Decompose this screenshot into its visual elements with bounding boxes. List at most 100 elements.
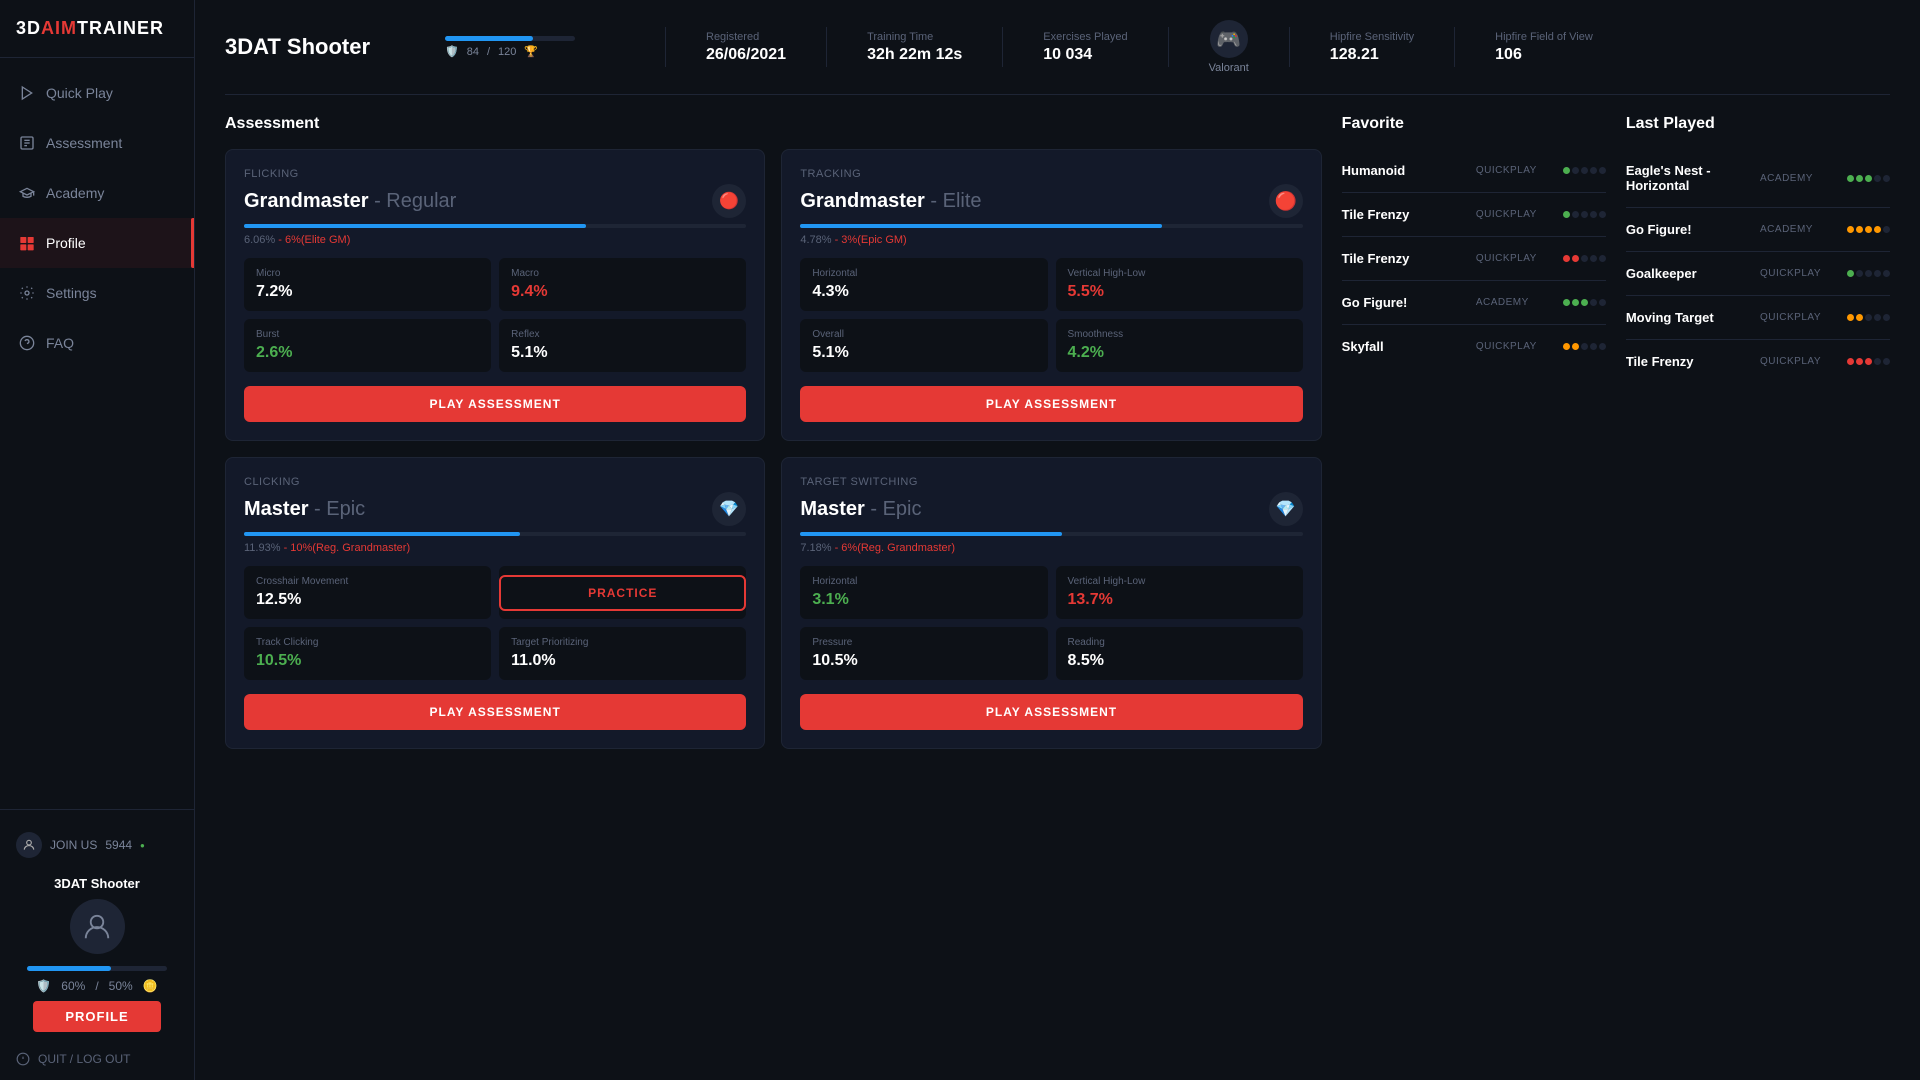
level-sep: / [487, 46, 490, 58]
last-name-eagles-nest: Eagle's Nest - Horizontal [1626, 163, 1750, 193]
card-stat-burst: Burst 2.6% [244, 319, 491, 372]
play-assessment-btn-flicking[interactable]: PLAY ASSESSMENT [244, 386, 746, 422]
card-stat-horizontal-ts: Horizontal 3.1% [800, 566, 1047, 619]
logo-3d: 3D [16, 18, 41, 38]
dot-4 [1874, 314, 1881, 321]
assessment-section-title: Assessment [225, 115, 1322, 133]
sidebar-item-academy[interactable]: Academy [0, 168, 194, 218]
game-icon: 🎮 [1210, 20, 1248, 58]
last-row-eagles-nest: Eagle's Nest - Horizontal ACADEMY [1626, 149, 1890, 208]
stat-label-micro: Micro [256, 268, 479, 279]
sidebar-label-settings: Settings [46, 285, 97, 301]
header-prog-labels: 🛡️ 84 / 120 🏆 [445, 45, 625, 58]
header-divider-5 [1289, 27, 1290, 67]
stat-label-macro: Macro [511, 268, 734, 279]
play-assessment-btn-clicking[interactable]: PLAY ASSESSMENT [244, 694, 746, 730]
sidebar-item-assessment[interactable]: Assessment [0, 118, 194, 168]
dot-1 [1563, 167, 1570, 174]
sidebar-item-quickplay[interactable]: Quick Play [0, 68, 194, 118]
sidebar-label-academy: Academy [46, 185, 104, 201]
sidebar-item-faq[interactable]: FAQ [0, 318, 194, 368]
pct-highlight-clicking: - 10%(Reg. Grandmaster) [284, 542, 411, 554]
stat-label-vertical-t: Vertical High-Low [1068, 268, 1291, 279]
dot-2 [1572, 167, 1579, 174]
card-category-clicking: Clicking [244, 476, 746, 488]
stat-value-horizontal-t: 4.3% [812, 283, 1035, 301]
card-rank-tracking: Grandmaster - Elite [800, 190, 981, 213]
stat-label-crosshair: Crosshair Movement [256, 576, 479, 587]
rank-sub-clicking: - Epic [314, 498, 365, 520]
play-assessment-btn-tracking[interactable]: PLAY ASSESSMENT [800, 386, 1302, 422]
profile-stats-sidebar: 🛡️ 60% / 50% 🪙 [36, 979, 157, 993]
last-type-goalkeeper: QUICKPLAY [1760, 268, 1830, 279]
page-title: 3DAT Shooter [225, 34, 405, 60]
join-us-count: 5944 [105, 838, 132, 852]
profile-button-sidebar[interactable]: PROFILE [33, 1001, 160, 1032]
stat-value-horizontal-ts: 3.1% [812, 591, 1035, 609]
card-category-tracking: Tracking [800, 168, 1302, 180]
assessment-card-flicking: Flicking Grandmaster - Regular 🔴 6.06% -… [225, 149, 765, 441]
dot-4 [1590, 299, 1597, 306]
header-divider-4 [1168, 27, 1169, 67]
stat-value-reflex: 5.1% [511, 344, 734, 362]
dot-2 [1572, 343, 1579, 350]
card-rank-row-flicking: Grandmaster - Regular 🔴 [244, 184, 746, 218]
card-prog-bar-tracking [800, 224, 1302, 228]
card-stat-macro: Macro 9.4% [499, 258, 746, 311]
dot-3 [1581, 343, 1588, 350]
assessment-grid: Flicking Grandmaster - Regular 🔴 6.06% -… [225, 149, 1322, 749]
last-name-moving-target: Moving Target [1626, 310, 1750, 325]
quit-logout-row[interactable]: QUIT / LOG OUT [16, 1042, 178, 1066]
card-stat-smoothness-t: Smoothness 4.2% [1056, 319, 1303, 372]
dot-5 [1599, 211, 1606, 218]
last-row-goalkeeper: Goalkeeper QUICKPLAY [1626, 252, 1890, 296]
dot-4 [1590, 343, 1597, 350]
dot-5 [1599, 299, 1606, 306]
quickplay-icon [18, 84, 36, 102]
fav-row-skyfall: Skyfall QUICKPLAY [1342, 325, 1606, 368]
sidebar-item-profile[interactable]: Profile [0, 218, 194, 268]
sidebar-logo: 3DAIMTRAINER [0, 0, 194, 58]
dot-4 [1590, 211, 1597, 218]
profile-section-sidebar: 3DAT Shooter 🛡️ 60% / 50% 🪙 PROFILE [16, 866, 178, 1042]
game-label: Valorant [1209, 62, 1249, 74]
fav-dots-tilefrenzy1 [1556, 211, 1606, 218]
rank-sub-ts: - Epic [870, 498, 921, 520]
card-stat-vertical-ts: Vertical High-Low 13.7% [1056, 566, 1303, 619]
dot-4 [1874, 175, 1881, 182]
assessment-section: Assessment Flicking Grandmaster - Regula… [225, 115, 1322, 749]
sidebar-item-settings[interactable]: Settings [0, 268, 194, 318]
online-dot: ● [140, 841, 145, 850]
play-assessment-btn-ts[interactable]: PLAY ASSESSMENT [800, 694, 1302, 730]
sidebar-label-faq: FAQ [46, 335, 74, 351]
sidebar: 3DAIMTRAINER Quick Play Assessment [0, 0, 195, 1080]
dot-5 [1599, 167, 1606, 174]
card-prog-bar-ts [800, 532, 1302, 536]
logo-trainer: TRAINER [77, 18, 164, 38]
stat-value-vertical-t: 5.5% [1068, 283, 1291, 301]
last-dots-goalkeeper [1840, 270, 1890, 277]
stat-value-target-prio: 11.0% [511, 652, 734, 670]
dot-3 [1865, 358, 1872, 365]
header-prog-fill [445, 36, 533, 41]
practice-btn-clicking[interactable]: PRACTICE [499, 575, 746, 611]
dot-3 [1581, 167, 1588, 174]
fav-type-tilefrenzy1: QUICKPLAY [1476, 209, 1546, 220]
dot-5 [1883, 226, 1890, 233]
last-played-section: Last Played Eagle's Nest - Horizontal AC… [1626, 115, 1890, 383]
card-stat-vertical-t: Vertical High-Low 5.5% [1056, 258, 1303, 311]
dot-4 [1874, 226, 1881, 233]
dot-3 [1581, 299, 1588, 306]
dot-3 [1581, 211, 1588, 218]
dot-1 [1563, 299, 1570, 306]
card-stat-track-clicking: Track Clicking 10.5% [244, 627, 491, 680]
stat-value-vertical-ts: 13.7% [1068, 591, 1291, 609]
header-stat-hipfire-fov: Hipfire Field of View 106 [1495, 31, 1593, 64]
card-category-flicking: Flicking [244, 168, 746, 180]
card-prog-fill-tracking [800, 224, 1162, 228]
dot-3 [1865, 226, 1872, 233]
card-prog-bar-clicking [244, 532, 746, 536]
stat-label-reflex: Reflex [511, 329, 734, 340]
dot-3 [1865, 175, 1872, 182]
last-dots-moving-target [1840, 314, 1890, 321]
